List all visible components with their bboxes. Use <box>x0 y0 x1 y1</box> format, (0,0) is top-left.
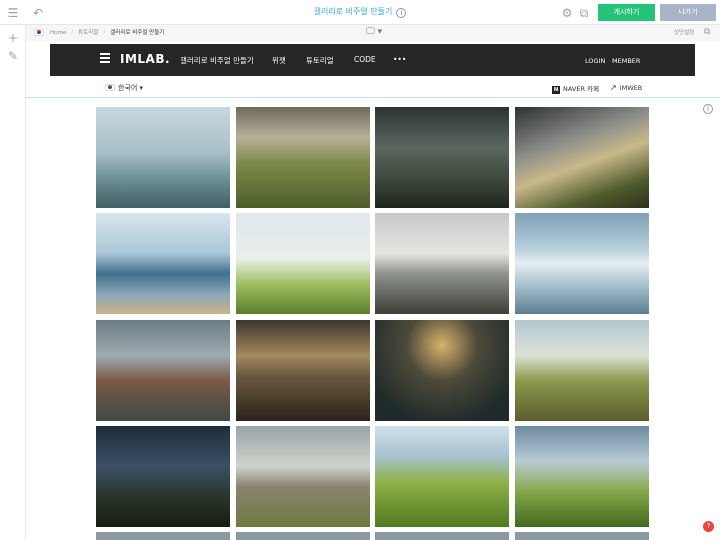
gear-icon[interactable]: ⚙ <box>560 6 574 20</box>
breadcrumb-home[interactable]: Home <box>50 30 66 36</box>
gallery-image-brick-factory[interactable] <box>236 426 370 527</box>
imweb-link[interactable]: ↗ IMWEB <box>610 83 642 92</box>
page-canvas: IMLAB. 갤러리로 비주얼 만들기 위젯 튜토리얼 CODE ••• LOG… <box>26 41 720 540</box>
naver-icon: N <box>552 86 560 94</box>
breadcrumb-current: 갤러리로 비주얼 만들기 <box>110 30 165 36</box>
breadcrumb-tutorial[interactable]: 튜토리얼 <box>78 30 98 36</box>
gallery-image-piano-shore[interactable] <box>375 213 509 314</box>
korea-flag-icon <box>34 29 44 36</box>
editor-topbar: ☰ ↶ 갤러리로 비주얼 만들기 i ⚙ ⧉ 게시하기 나가기 <box>0 0 720 25</box>
breadcrumb-row: Home / 튜토리얼 / 갤러리로 비주얼 만들기 🖵 ▾ 상단설정 ⧉ <box>26 25 720 41</box>
gallery-image-country-road[interactable] <box>515 320 649 421</box>
site-logo[interactable]: IMLAB. <box>120 52 170 66</box>
nav-item-code[interactable]: CODE <box>354 55 376 64</box>
gallery-image-mountain-valley[interactable] <box>236 107 370 208</box>
info-icon[interactable]: i <box>703 104 713 114</box>
gallery-image-night-doors[interactable] <box>96 426 230 527</box>
nav-item-more[interactable]: ••• <box>393 55 406 64</box>
nav-item-gallery[interactable]: 갤러리로 비주얼 만들기 <box>180 55 254 66</box>
gallery-image-green-hills[interactable] <box>375 426 509 527</box>
gallery-image-cracked-ice[interactable] <box>96 213 230 314</box>
gallery-image-mirror-lake[interactable] <box>515 213 649 314</box>
info-icon[interactable]: i <box>396 8 407 18</box>
wrench-icon[interactable]: ✎ <box>6 49 20 63</box>
language-select[interactable]: 한국어 ▾ <box>118 83 143 93</box>
external-link-icon[interactable]: ⧉ <box>577 6 591 20</box>
desktop-view-icon[interactable]: 🖵 ▾ <box>366 27 382 37</box>
gallery-image-stormy-field[interactable] <box>375 107 509 208</box>
gallery-image-trees-in-lake[interactable] <box>96 107 230 208</box>
gallery-image-ladder-sky[interactable] <box>515 426 649 527</box>
nav-item-widget[interactable]: 위젯 <box>272 55 286 66</box>
korea-flag-icon <box>105 84 115 91</box>
gallery-image-attic-room[interactable] <box>375 320 509 421</box>
nav-item-tutorial[interactable]: 튜토리얼 <box>306 55 334 66</box>
help-icon[interactable]: ? <box>703 521 714 532</box>
site-menu-icon[interactable] <box>100 53 110 63</box>
add-icon[interactable]: + <box>6 31 20 45</box>
left-rail: + ✎ <box>0 25 26 540</box>
gallery-image-old-boots[interactable] <box>236 320 370 421</box>
gallery-image-partial[interactable] <box>236 532 370 540</box>
login-link[interactable]: LOGIN <box>585 57 605 65</box>
site-subnav: 한국어 ▾ N NAVER 카페 ↗ IMWEB <box>50 80 695 97</box>
gallery-image-partial[interactable] <box>96 532 230 540</box>
site-header: IMLAB. 갤러리로 비주얼 만들기 위젯 튜토리얼 CODE ••• LOG… <box>50 44 695 76</box>
external-link-icon: ↗ <box>610 83 617 92</box>
gallery-image-red-cabin[interactable] <box>96 320 230 421</box>
gallery-image-storm-road[interactable] <box>515 107 649 208</box>
section-guide-line <box>26 97 720 98</box>
top-setting-link[interactable]: 상단설정 <box>674 28 694 36</box>
naver-cafe-link[interactable]: N NAVER 카페 <box>552 83 599 94</box>
copy-icon[interactable]: ⧉ <box>704 27 710 37</box>
breadcrumb: Home / 튜토리얼 / 갤러리로 비주얼 만들기 <box>50 30 165 36</box>
exit-button[interactable]: 나가기 <box>660 4 716 21</box>
gallery-image-floating-island[interactable] <box>236 213 370 314</box>
publish-button[interactable]: 게시하기 <box>598 4 655 21</box>
member-link[interactable]: MEMBER <box>612 57 640 65</box>
gallery-image-partial[interactable] <box>375 532 509 540</box>
gallery-image-partial[interactable] <box>515 532 649 540</box>
